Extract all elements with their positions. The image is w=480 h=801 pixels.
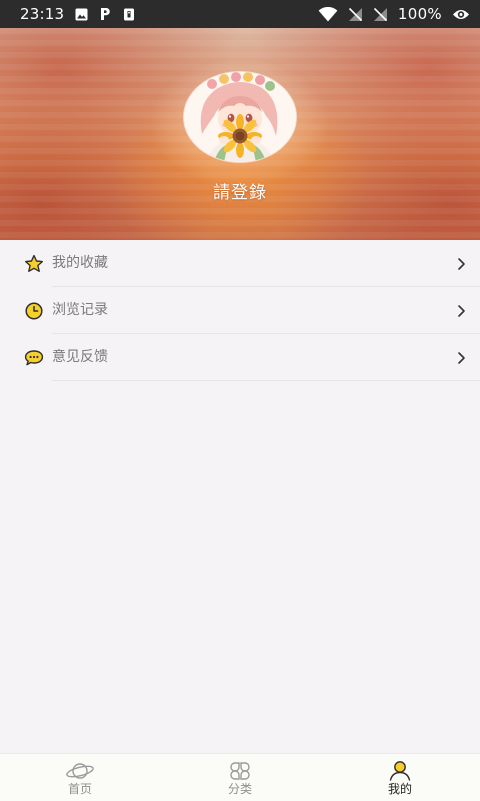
- user-icon: [385, 760, 415, 782]
- eye-icon: [452, 8, 470, 21]
- menu-item-history[interactable]: 浏览记录: [0, 287, 480, 334]
- menu-item-favorites[interactable]: 我的收藏: [0, 240, 480, 287]
- signal-off-icon: [348, 7, 363, 22]
- status-right: 100%: [318, 5, 470, 23]
- signal-off-icon: [373, 7, 388, 22]
- nav-label: 首页: [67, 782, 92, 796]
- nav-label: 分类: [227, 782, 252, 796]
- status-left: 23:13: [20, 5, 135, 23]
- nav-item-home[interactable]: 首页: [0, 754, 160, 801]
- avatar[interactable]: [184, 72, 296, 162]
- chevron-right-icon: [456, 303, 466, 317]
- battery-percent: 100%: [397, 5, 442, 23]
- image-icon: [75, 8, 88, 21]
- profile-header: 請登錄: [0, 28, 480, 240]
- login-prompt[interactable]: 請登錄: [0, 178, 480, 203]
- chat-bubble-icon: [24, 348, 44, 368]
- wifi-icon: [318, 6, 338, 22]
- nav-item-mine[interactable]: 我的: [320, 754, 480, 801]
- clock-icon: [24, 301, 44, 321]
- chevron-right-icon: [456, 350, 466, 364]
- profile-menu: 我的收藏 浏览记录 意见反馈: [0, 240, 480, 381]
- grid-petals-icon: [225, 760, 255, 782]
- divider: [52, 380, 480, 381]
- menu-item-label: 我的收藏: [52, 255, 108, 271]
- menu-item-label: 意见反馈: [52, 349, 108, 365]
- menu-item-feedback[interactable]: 意见反馈: [0, 334, 480, 381]
- nav-item-category[interactable]: 分类: [160, 754, 320, 801]
- bottom-nav: 首页 分类 我的: [0, 753, 480, 801]
- chevron-right-icon: [456, 256, 466, 270]
- star-icon: [24, 254, 44, 274]
- status-time: 23:13: [20, 5, 65, 23]
- status-bar: 23:13 100%: [0, 0, 480, 28]
- nav-label: 我的: [387, 782, 412, 796]
- planet-icon: [65, 760, 95, 782]
- sim-icon: [123, 8, 135, 21]
- parking-p-icon: [99, 7, 112, 21]
- menu-item-label: 浏览记录: [52, 302, 108, 318]
